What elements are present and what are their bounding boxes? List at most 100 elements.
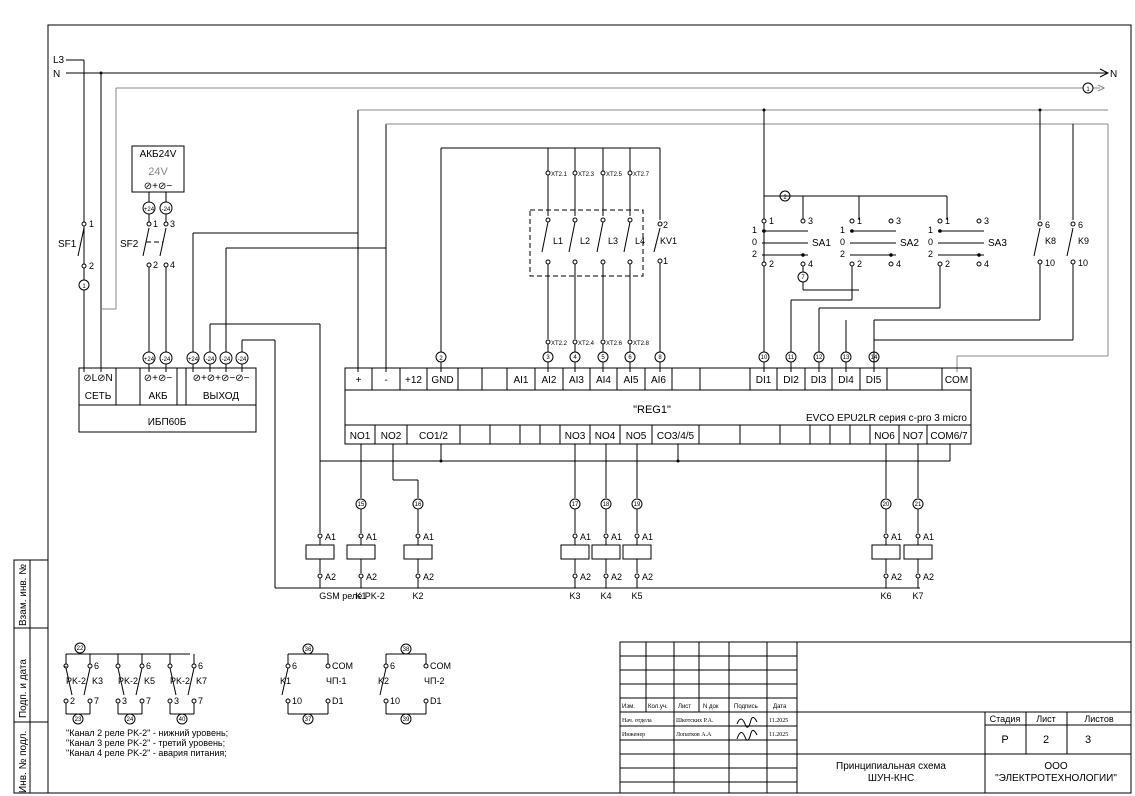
wire xyxy=(623,221,631,253)
sa-pos0: 0 xyxy=(928,237,933,247)
kv1-t1: 1 xyxy=(663,256,668,266)
svg-text:⊘+⊘−: ⊘+⊘− xyxy=(144,181,173,192)
terminal-cell xyxy=(489,424,521,445)
relay-coil xyxy=(622,544,652,560)
coil-a1: A1 xyxy=(642,532,653,542)
terminal-cell xyxy=(739,424,781,445)
terminal xyxy=(415,573,421,579)
sa-t3: 3 xyxy=(896,216,901,226)
terminal xyxy=(657,221,663,227)
coil-a1: A1 xyxy=(611,532,622,542)
name-engineer: Лопатков А.А xyxy=(676,732,712,738)
terminal xyxy=(383,698,389,704)
fc-device-label: ЧП-2 xyxy=(424,676,444,686)
terminal-number: 11 xyxy=(788,355,795,361)
terminal-no1: NO1 xyxy=(350,431,371,442)
drawing-title: Принципиальная схема xyxy=(836,761,946,772)
terminal xyxy=(761,261,767,267)
coil-a2: A2 xyxy=(642,572,653,582)
psu-ibp60b: ⊘L⊘N СЕТЬ ⊘+⊘− АКБ ⊘+⊘+⊘−⊘− ВЫХОД ИБП60Б… xyxy=(78,351,257,433)
battery-voltage: 24V xyxy=(148,166,168,178)
xt-bottom-label: XT2.6 xyxy=(606,341,623,347)
sa-t1: 1 xyxy=(857,216,862,226)
sheet-value: 2 xyxy=(1043,734,1049,746)
coil-a1: A1 xyxy=(325,532,336,542)
controller-top-terminals: + - +12 GND AI1 AI2 AI3 AI4 AI5 AI6 DI1 DI2 DI3 DI4 DI… xyxy=(344,367,972,391)
terminal-number: 38 xyxy=(403,647,410,653)
svg-text:⊘L⊘N: ⊘L⊘N xyxy=(83,373,113,384)
terminal xyxy=(603,573,609,579)
role-head: Нач. отдела xyxy=(622,718,652,724)
signature-2 xyxy=(736,729,758,741)
terminal-number: 22 xyxy=(77,646,84,652)
svg-text:6: 6 xyxy=(1045,220,1050,230)
terminal-+: + xyxy=(356,375,362,386)
pk-k-label: K7 xyxy=(196,676,207,686)
terminal xyxy=(572,217,578,223)
coil-label: K3 xyxy=(569,591,580,601)
k9-label: K9 xyxy=(1078,236,1089,246)
terminal xyxy=(800,218,806,224)
sa2-label: SA2 xyxy=(900,238,919,249)
coil-a1: A1 xyxy=(923,532,934,542)
terminal xyxy=(545,339,551,345)
terminal-ai6: AI6 xyxy=(651,375,666,386)
wire xyxy=(541,221,549,253)
terminal xyxy=(600,170,606,176)
terminal xyxy=(358,573,364,579)
svg-text:Дата: Дата xyxy=(773,704,787,710)
k8-label: K8 xyxy=(1045,236,1056,246)
relay-coil xyxy=(903,544,933,560)
sa-t1: 1 xyxy=(769,216,774,226)
kv1-t2: 2 xyxy=(663,220,668,230)
fc-device-label: ЧП-1 xyxy=(326,676,346,686)
sa-t4: 4 xyxy=(808,259,813,269)
sf1-breaker: SF1 1 2 1 xyxy=(58,219,94,291)
contact-dot xyxy=(801,253,805,257)
terminal-com67: COM6/7 xyxy=(930,431,968,442)
sf2-breaker: +24 -24 1 3 SF2 2 4 xyxy=(120,201,175,352)
pk-t: 7 xyxy=(94,696,99,706)
drawing-frame xyxy=(47,24,1132,794)
k8-k9-contacts: 6 6 K8 K9 10 10 xyxy=(873,108,1089,362)
coil-a2: A2 xyxy=(611,572,622,582)
terminal-cell xyxy=(457,367,483,391)
terminal xyxy=(383,663,389,669)
pk-t: 6 xyxy=(198,661,203,671)
terminal xyxy=(572,533,578,539)
sa-pos1: 1 xyxy=(752,225,757,235)
stage-value: Р xyxy=(1001,734,1008,746)
terminal-number: 17 xyxy=(572,502,579,508)
terminal xyxy=(915,533,921,539)
coil-a2: A2 xyxy=(580,572,591,582)
sensor-4: L4 xyxy=(635,236,645,246)
svg-text:11.2025: 11.2025 xyxy=(769,732,788,738)
note-channel-3: "Канал 3 реле PK-2" - третий уровень; xyxy=(66,738,225,748)
pk-k-label: K3 xyxy=(92,676,103,686)
coil-label: K2 xyxy=(412,591,423,601)
svg-text:-24: -24 xyxy=(162,207,171,213)
pk-t: 2 xyxy=(70,696,75,706)
battery-akb: АКБ24V 24V ⊘+⊘− xyxy=(131,145,185,202)
coil-a2: A2 xyxy=(366,572,377,582)
sa1-label: SA1 xyxy=(812,238,831,249)
terminal-co345: CO3/4/5 xyxy=(657,431,695,442)
terminal-number: 20 xyxy=(883,502,890,508)
fc-t10: 10 xyxy=(390,696,400,706)
stamp-sign-date: Подп. и дата xyxy=(18,659,29,718)
terminal-: - xyxy=(384,375,387,386)
coil-label: K4 xyxy=(600,591,611,601)
pk-k-label: K5 xyxy=(144,676,155,686)
svg-text:2: 2 xyxy=(89,261,94,271)
svg-text:-24: -24 xyxy=(222,357,231,363)
coil-a2: A2 xyxy=(923,572,934,582)
l3-label: L3 xyxy=(53,55,65,66)
n-label-right: N xyxy=(1110,69,1117,80)
terminal xyxy=(545,170,551,176)
relay-coil xyxy=(871,544,901,560)
name-head: Шкотских Р.А. xyxy=(676,718,714,724)
terminal-ai2: AI2 xyxy=(541,375,556,386)
coil-label: K1 xyxy=(355,591,366,601)
terminal xyxy=(325,663,331,669)
sensor-1: L1 xyxy=(553,236,563,246)
